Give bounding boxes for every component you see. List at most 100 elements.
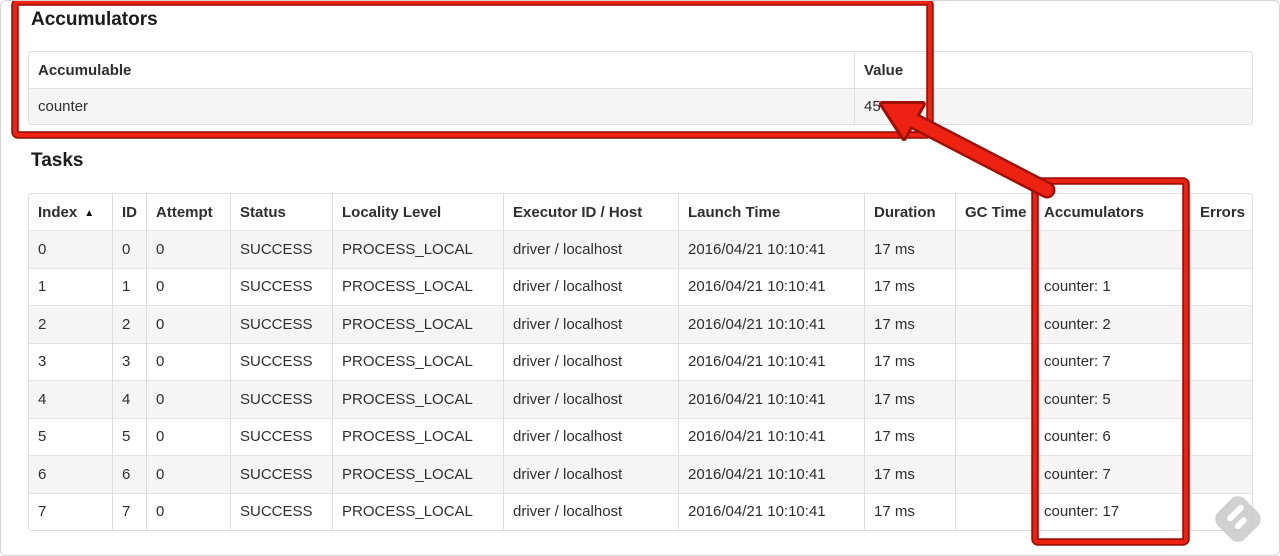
cell-status: SUCCESS <box>230 230 332 268</box>
col-header-id[interactable]: ID <box>112 194 146 230</box>
col-header-attempt[interactable]: Attempt <box>146 194 230 230</box>
cell-duration: 17 ms <box>864 380 955 418</box>
cell-gc-time <box>955 342 1034 380</box>
col-header-value[interactable]: Value <box>854 52 1252 88</box>
cell-launch-time: 2016/04/21 10:10:41 <box>678 380 864 418</box>
cell-status: SUCCESS <box>230 455 332 493</box>
cell-attempt: 0 <box>146 455 230 493</box>
cell-id: 6 <box>112 455 146 493</box>
cell-locality: PROCESS_LOCAL <box>332 305 503 343</box>
tasks-table: Index ▲ ID Attempt Status Locality Level … <box>28 193 1253 531</box>
cell-duration: 17 ms <box>864 342 955 380</box>
cell-accumulators: counter: 17 <box>1034 492 1190 530</box>
task-row: 5 5 0 SUCCESS PROCESS_LOCAL driver / loc… <box>29 417 1252 455</box>
col-header-duration[interactable]: Duration <box>864 194 955 230</box>
sort-ascending-icon: ▲ <box>84 207 95 219</box>
cell-locality: PROCESS_LOCAL <box>332 492 503 530</box>
col-header-index[interactable]: Index ▲ <box>29 194 112 230</box>
accumulators-section-title: Accumulators <box>31 9 158 30</box>
cell-index: 1 <box>29 267 112 306</box>
col-header-accumulable[interactable]: Accumulable <box>29 52 854 88</box>
cell-attempt: 0 <box>146 305 230 343</box>
col-header-index-label: Index <box>38 203 78 221</box>
cell-executor: driver / localhost <box>503 230 678 268</box>
cell-id: 5 <box>112 417 146 455</box>
cell-launch-time: 2016/04/21 10:10:41 <box>678 230 864 268</box>
cell-gc-time <box>955 455 1034 493</box>
cell-gc-time <box>955 492 1034 530</box>
cell-locality: PROCESS_LOCAL <box>332 230 503 268</box>
cell-status: SUCCESS <box>230 380 332 418</box>
cell-status: SUCCESS <box>230 342 332 380</box>
cell-errors <box>1190 267 1252 305</box>
cell-id: 4 <box>112 380 146 418</box>
cell-attempt: 0 <box>146 380 230 418</box>
spark-ui-stage-page: Accumulators Accumulable Value counter 4… <box>0 0 1280 556</box>
cell-locality: PROCESS_LOCAL <box>332 380 503 418</box>
tasks-section-title: Tasks <box>31 150 84 171</box>
cell-launch-time: 2016/04/21 10:10:41 <box>678 305 864 343</box>
cell-locality: PROCESS_LOCAL <box>332 417 503 455</box>
col-header-launch-time[interactable]: Launch Time <box>678 194 864 230</box>
cell-errors <box>1190 230 1252 268</box>
cell-gc-time <box>955 305 1034 343</box>
task-row: 7 7 0 SUCCESS PROCESS_LOCAL driver / loc… <box>29 492 1252 530</box>
cell-launch-time: 2016/04/21 10:10:41 <box>678 417 864 455</box>
cell-gc-time <box>955 380 1034 418</box>
cell-index: 6 <box>29 455 112 493</box>
cell-errors <box>1190 492 1252 530</box>
cell-duration: 17 ms <box>864 455 955 493</box>
cell-accumulable-name: counter <box>29 88 854 124</box>
cell-errors <box>1190 455 1252 493</box>
task-row: 0 0 0 SUCCESS PROCESS_LOCAL driver / loc… <box>29 230 1252 268</box>
cell-errors <box>1190 380 1252 418</box>
cell-locality: PROCESS_LOCAL <box>332 342 503 380</box>
cell-attempt: 0 <box>146 492 230 530</box>
cell-status: SUCCESS <box>230 267 332 305</box>
task-row: 1 1 0 SUCCESS PROCESS_LOCAL driver / loc… <box>29 267 1252 306</box>
cell-accumulators <box>1034 230 1190 268</box>
col-header-gc-time[interactable]: GC Time <box>955 194 1034 230</box>
cell-executor: driver / localhost <box>503 380 678 418</box>
cell-gc-time <box>955 230 1034 268</box>
task-row: 3 3 0 SUCCESS PROCESS_LOCAL driver / loc… <box>29 342 1252 381</box>
cell-launch-time: 2016/04/21 10:10:41 <box>678 267 864 305</box>
cell-id: 3 <box>112 342 146 380</box>
col-header-errors[interactable]: Errors <box>1190 194 1252 230</box>
cell-launch-time: 2016/04/21 10:10:41 <box>678 342 864 380</box>
cell-errors <box>1190 305 1252 343</box>
cell-launch-time: 2016/04/21 10:10:41 <box>678 455 864 493</box>
col-header-executor-id-host[interactable]: Executor ID / Host <box>503 194 678 230</box>
cell-status: SUCCESS <box>230 417 332 455</box>
col-header-locality-level[interactable]: Locality Level <box>332 194 503 230</box>
cell-duration: 17 ms <box>864 267 955 305</box>
cell-errors <box>1190 417 1252 455</box>
cell-index: 0 <box>29 230 112 268</box>
cell-duration: 17 ms <box>864 492 955 530</box>
cell-accumulators: counter: 7 <box>1034 455 1190 493</box>
cell-status: SUCCESS <box>230 305 332 343</box>
cell-locality: PROCESS_LOCAL <box>332 267 503 305</box>
cell-executor: driver / localhost <box>503 267 678 305</box>
task-row: 2 2 0 SUCCESS PROCESS_LOCAL driver / loc… <box>29 305 1252 343</box>
cell-index: 4 <box>29 380 112 418</box>
cell-executor: driver / localhost <box>503 455 678 493</box>
cell-attempt: 0 <box>146 267 230 305</box>
cell-accumulators: counter: 5 <box>1034 380 1190 418</box>
cell-id: 1 <box>112 267 146 305</box>
cell-index: 2 <box>29 305 112 343</box>
col-header-status[interactable]: Status <box>230 194 332 230</box>
cell-duration: 17 ms <box>864 417 955 455</box>
accumulators-header-row: Accumulable Value <box>29 52 1252 88</box>
col-header-accumulators[interactable]: Accumulators <box>1034 194 1190 230</box>
accumulators-table: Accumulable Value counter 45 <box>28 51 1253 125</box>
cell-id: 0 <box>112 230 146 268</box>
cell-gc-time <box>955 417 1034 455</box>
cell-executor: driver / localhost <box>503 305 678 343</box>
cell-gc-time <box>955 267 1034 305</box>
tasks-header-row: Index ▲ ID Attempt Status Locality Level … <box>29 194 1252 230</box>
cell-accumulators: counter: 7 <box>1034 342 1190 380</box>
cell-index: 3 <box>29 342 112 381</box>
cell-executor: driver / localhost <box>503 417 678 455</box>
cell-executor: driver / localhost <box>503 342 678 380</box>
